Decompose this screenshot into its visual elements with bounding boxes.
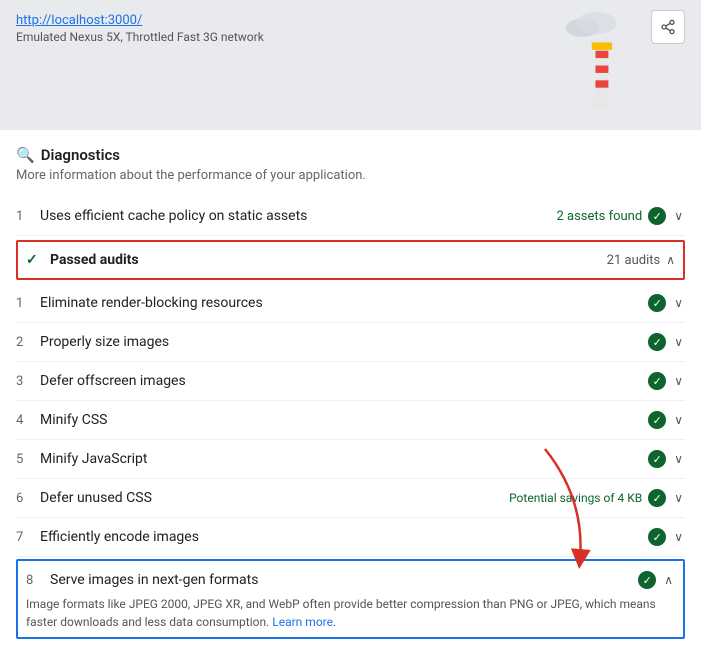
expanded-desc-text: Image formats like JPEG 2000, JPEG XR, a… — [26, 597, 656, 629]
audit-number: 7 — [16, 530, 40, 545]
chevron-down-icon[interactable]: ∨ — [672, 452, 685, 466]
chevron-down-icon[interactable]: ∨ — [672, 413, 685, 427]
share-button[interactable] — [651, 10, 685, 44]
audit-item-5[interactable]: 5 Minify JavaScript ✓ ∨ — [16, 440, 685, 479]
expanded-audit-description: Image formats like JPEG 2000, JPEG XR, a… — [26, 595, 675, 631]
diagnostics-item-1[interactable]: 1 Uses efficient cache policy on static … — [16, 197, 685, 236]
chevron-down-icon[interactable]: ∨ — [672, 530, 685, 544]
audit-label: Minify JavaScript — [40, 451, 648, 467]
audit-meta: 2 assets found ✓ ∨ — [556, 207, 685, 225]
lighthouse-logo — [561, 0, 641, 120]
audit-label: Minify CSS — [40, 412, 648, 428]
audit-meta: ✓ ∨ — [648, 294, 685, 312]
passed-audits-count: 21 audits — [607, 253, 661, 268]
chevron-down-icon[interactable]: ∨ — [672, 209, 685, 223]
audit-label: Eliminate render-blocking resources — [40, 295, 648, 311]
share-icon — [660, 19, 676, 35]
green-check-icon: ✓ — [648, 489, 666, 507]
audit-number: 4 — [16, 413, 40, 428]
main-content: 🔍 Diagnostics More information about the… — [0, 130, 701, 657]
audit-item-4[interactable]: 4 Minify CSS ✓ ∨ — [16, 401, 685, 440]
diagnostics-header: 🔍 Diagnostics — [16, 146, 685, 164]
audit-item-6[interactable]: 6 Defer unused CSS Potential savings of … — [16, 479, 685, 518]
audit-label-8: Serve images in next-gen formats — [50, 572, 638, 588]
diagnostics-title: Diagnostics — [41, 146, 120, 164]
audit-label: Uses efficient cache policy on static as… — [40, 208, 556, 224]
green-check-icon: ✓ — [648, 528, 666, 546]
audit-item-7[interactable]: 7 Efficiently encode images ✓ ∨ — [16, 518, 685, 557]
audit-number: 5 — [16, 452, 40, 467]
audit-item-3[interactable]: 3 Defer offscreen images ✓ ∨ — [16, 362, 685, 401]
green-check-icon: ✓ — [648, 450, 666, 468]
header-url[interactable]: http://localhost:3000/ — [16, 13, 142, 28]
expanded-item-container: 8 Serve images in next-gen formats ✓ ∧ I… — [16, 559, 685, 639]
passed-audits-row[interactable]: ✓ Passed audits 21 audits ∧ — [16, 240, 685, 280]
audit-label: Efficiently encode images — [40, 529, 648, 545]
audit-meta: ✓ ∨ — [648, 411, 685, 429]
green-check-icon: ✓ — [648, 294, 666, 312]
header-area: http://localhost:3000/ Emulated Nexus 5X… — [0, 0, 701, 130]
passed-audits-label: Passed audits — [50, 252, 607, 268]
audit-number-8: 8 — [26, 573, 50, 588]
audit-item-2[interactable]: 2 Properly size images ✓ ∨ — [16, 323, 685, 362]
audit-number: 6 — [16, 491, 40, 506]
green-check-icon-8: ✓ — [638, 571, 656, 589]
assets-found-text: 2 assets found — [556, 209, 642, 224]
audit-number: 3 — [16, 374, 40, 389]
audit-item-1[interactable]: 1 Eliminate render-blocking resources ✓ … — [16, 284, 685, 323]
expanded-audit-item-8[interactable]: 8 Serve images in next-gen formats ✓ ∧ I… — [16, 559, 685, 639]
green-check-icon: ✓ — [648, 207, 666, 225]
chevron-up-icon[interactable]: ∧ — [666, 253, 675, 267]
audit-number: 1 — [16, 209, 40, 224]
audit-meta: ✓ ∨ — [648, 333, 685, 351]
chevron-up-icon-8[interactable]: ∧ — [662, 573, 675, 587]
diagnostics-description: More information about the performance o… — [16, 168, 685, 183]
audit-label: Defer offscreen images — [40, 373, 648, 389]
chevron-down-icon[interactable]: ∨ — [672, 296, 685, 310]
audit-meta: ✓ ∨ — [648, 528, 685, 546]
passed-check-icon: ✓ — [26, 252, 46, 268]
chevron-down-icon[interactable]: ∨ — [672, 374, 685, 388]
audit-label: Properly size images — [40, 334, 648, 350]
chevron-down-icon[interactable]: ∨ — [672, 335, 685, 349]
magnifier-icon: 🔍 — [16, 146, 35, 164]
audit-label: Defer unused CSS — [40, 490, 509, 506]
chevron-down-icon[interactable]: ∨ — [672, 491, 685, 505]
expanded-audit-top: 8 Serve images in next-gen formats ✓ ∧ — [26, 571, 675, 589]
learn-more-link[interactable]: Learn more — [272, 615, 333, 629]
green-check-icon: ✓ — [648, 411, 666, 429]
audit-meta: ✓ ∨ — [648, 372, 685, 390]
audit-meta: ✓ ∨ — [648, 450, 685, 468]
audit-meta: Potential savings of 4 KB ✓ ∨ — [509, 489, 685, 507]
green-check-icon: ✓ — [648, 372, 666, 390]
savings-text: Potential savings of 4 KB — [509, 491, 642, 505]
green-check-icon: ✓ — [648, 333, 666, 351]
audit-number: 2 — [16, 335, 40, 350]
audit-list: 1 Eliminate render-blocking resources ✓ … — [16, 284, 685, 557]
audit-number: 1 — [16, 296, 40, 311]
audit-meta-8: ✓ ∧ — [638, 571, 675, 589]
